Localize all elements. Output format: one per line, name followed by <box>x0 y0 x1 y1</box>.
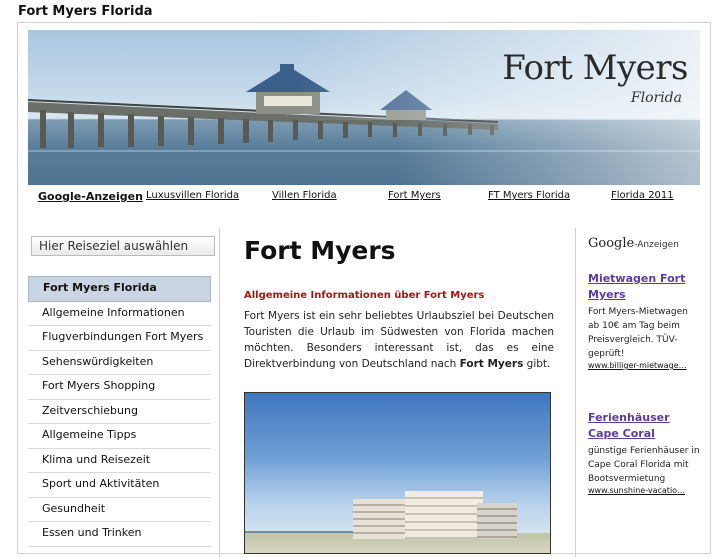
ads-header-label: -Anzeigen <box>634 240 679 250</box>
nav-link-fort-myers[interactable]: Fort Myers <box>388 190 441 201</box>
sidebar-item-sport[interactable]: Sport und Aktivitäten <box>28 473 211 498</box>
sidebar-item-gesundheit[interactable]: Gesundheit <box>28 497 211 522</box>
sidebar-item-zeitverschiebung[interactable]: Zeitverschiebung <box>28 399 211 424</box>
google-logo: Google <box>588 236 635 251</box>
destination-select-button[interactable]: Hier Reiseziel auswählen <box>31 236 215 256</box>
top-navigation: Google-Anzeigen Luxusvillen Florida Vill… <box>18 190 710 208</box>
ad-url-link[interactable]: www.billiger-mietwage… <box>588 361 700 370</box>
ad-url-link[interactable]: www.sunshine-vacatio… <box>588 486 700 495</box>
ad-description: günstige Ferienhäuser in Cape Coral Flor… <box>588 446 700 484</box>
intro-text-end: gibt. <box>523 358 551 370</box>
nav-link-ft-myers-florida[interactable]: FT Myers Florida <box>488 190 570 201</box>
sidebar-item-essen[interactable]: Essen und Trinken <box>28 522 211 547</box>
google-ads-column: Google-Anzeigen Mietwagen Fort Myers For… <box>588 236 700 495</box>
beach-photo <box>244 392 551 554</box>
nav-link-florida-2011[interactable]: Florida 2011 <box>611 190 674 201</box>
ad-title-link[interactable]: Ferienhäuser Cape Coral <box>588 410 700 442</box>
ads-header: Google-Anzeigen <box>588 236 700 251</box>
main-heading: Fort Myers <box>244 236 396 265</box>
main-subheading: Allgemeine Informationen über Fort Myers <box>244 290 485 301</box>
sidebar-menu: Fort Myers Florida Allgemeine Informatio… <box>28 276 211 547</box>
nav-link-luxusvillen[interactable]: Luxusvillen Florida <box>146 190 239 201</box>
sidebar-item-shopping[interactable]: Fort Myers Shopping <box>28 375 211 400</box>
sidebar-item-sehenswuerdigkeiten[interactable]: Sehenswürdigkeiten <box>28 350 211 375</box>
sidebar-item-allgemeine-tipps[interactable]: Allgemeine Tipps <box>28 424 211 449</box>
header-banner: Fort Myers Florida <box>28 30 700 185</box>
banner-title: Fort Myers <box>502 48 688 88</box>
sidebar-item-fort-myers-florida[interactable]: Fort Myers Florida <box>28 276 211 302</box>
intro-bold-text: Fort Myers <box>459 358 524 370</box>
ad-description: Fort Myers-Mietwagen ab 10€ am Tag beim … <box>588 307 688 359</box>
google-ads-link[interactable]: Google-Anzeigen <box>38 190 143 203</box>
banner-subtitle: Florida <box>630 90 682 106</box>
sidebar-item-flugverbindungen[interactable]: Flugverbindungen Fort Myers <box>28 326 211 351</box>
page-title: Fort Myers Florida <box>18 4 153 19</box>
sidebar-item-klima[interactable]: Klima und Reisezeit <box>28 448 211 473</box>
nav-link-villen[interactable]: Villen Florida <box>272 190 337 201</box>
ad-item: Mietwagen Fort Myers Fort Myers-Mietwage… <box>588 271 700 370</box>
sidebar-item-allgemeine-informationen[interactable]: Allgemeine Informationen <box>28 301 211 326</box>
main-content: Fort Myers Allgemeine Informationen über… <box>219 228 576 558</box>
page-container: Fort Myers Florida Google-Anzeigen Luxus… <box>17 22 711 558</box>
ad-title-link[interactable]: Mietwagen Fort Myers <box>588 271 700 303</box>
intro-paragraph: Fort Myers ist ein sehr beliebtes Urlaub… <box>244 308 554 372</box>
ad-item: Ferienhäuser Cape Coral günstige Ferienh… <box>588 410 700 495</box>
